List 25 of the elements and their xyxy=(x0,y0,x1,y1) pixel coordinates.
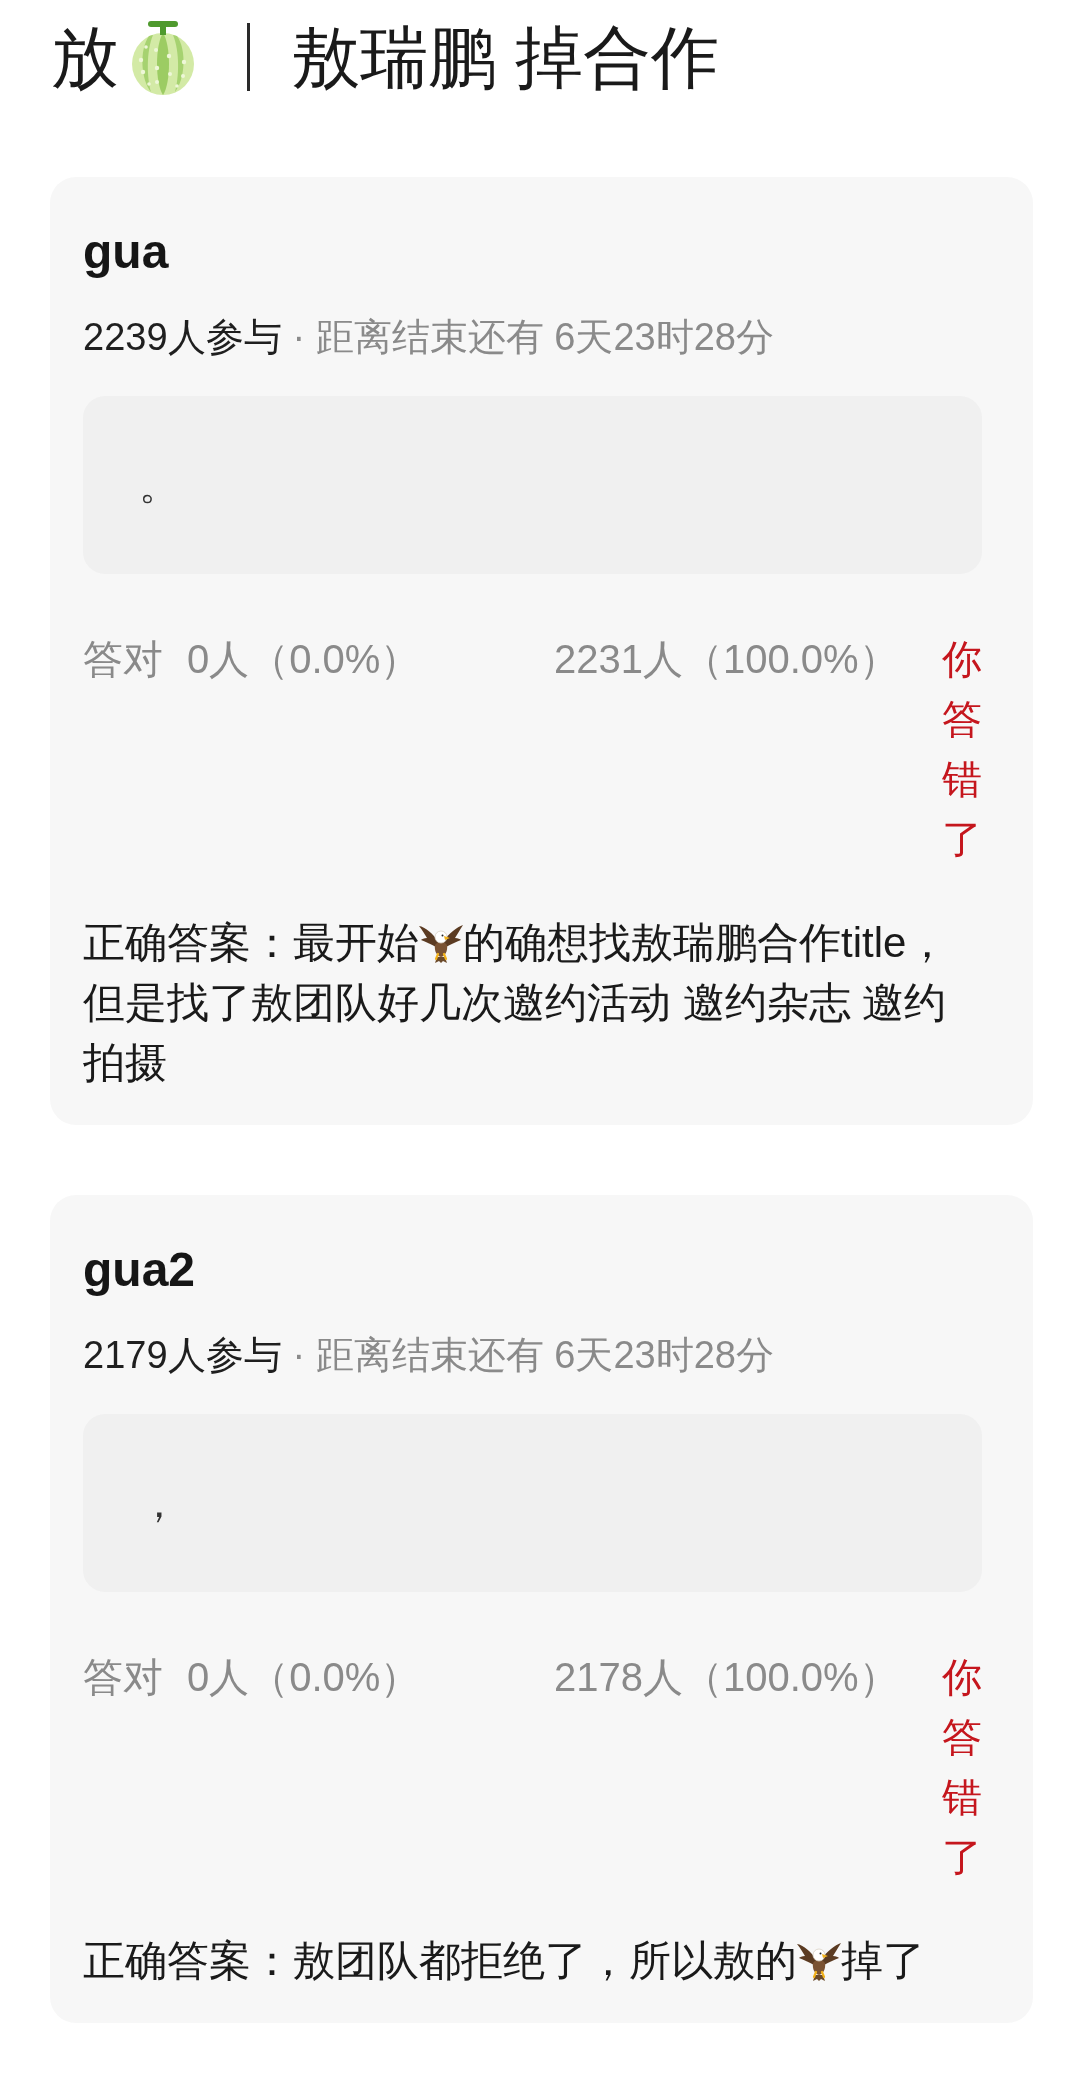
wrong-count: 2231人（100.0%） xyxy=(554,636,899,683)
correct-count: 0人（0.0%） xyxy=(187,1654,421,1701)
correct-label: 答对 xyxy=(83,1654,163,1701)
correct-count: 0人（0.0%） xyxy=(187,636,421,683)
countdown-text: · 距离结束还有 6天23时28分 xyxy=(292,316,774,358)
header-title: 敖瑞鹏 掉合作 xyxy=(292,18,719,97)
verdict-text: 你答错了 xyxy=(942,636,982,863)
participant-count: 2179人参与 xyxy=(83,1334,282,1376)
header-prefix: 放 xyxy=(51,18,119,97)
countdown-text: · 距离结束还有 6天23时28分 xyxy=(292,1334,774,1376)
verdict-text: 你答错了 xyxy=(942,1654,982,1881)
quiz-title: gua2 xyxy=(83,1242,196,1298)
explanation-text: 拍摄 xyxy=(83,1038,167,1088)
quiz-title: gua xyxy=(83,224,169,280)
explanation-text: 但是找了敖团队好几次邀约活动 邀约杂志 邀约 xyxy=(83,978,947,1028)
explanation-text: 掉了 xyxy=(841,1936,925,1986)
explanation-text: 正确答案：最开始 xyxy=(83,918,419,968)
explanation-text: 正确答案：敖团队都拒绝了，所以敖的 xyxy=(83,1936,797,1986)
melon-icon xyxy=(129,19,197,95)
correct-label: 答对 xyxy=(83,636,163,683)
answer-box: 。 xyxy=(83,396,982,574)
participant-count: 2239人参与 xyxy=(83,316,282,358)
wrong-count: 2178人（100.0%） xyxy=(554,1654,899,1701)
explanation-text: 的确想找敖瑞鹏合作title， xyxy=(463,918,949,968)
answer-box: ， xyxy=(83,1414,982,1592)
